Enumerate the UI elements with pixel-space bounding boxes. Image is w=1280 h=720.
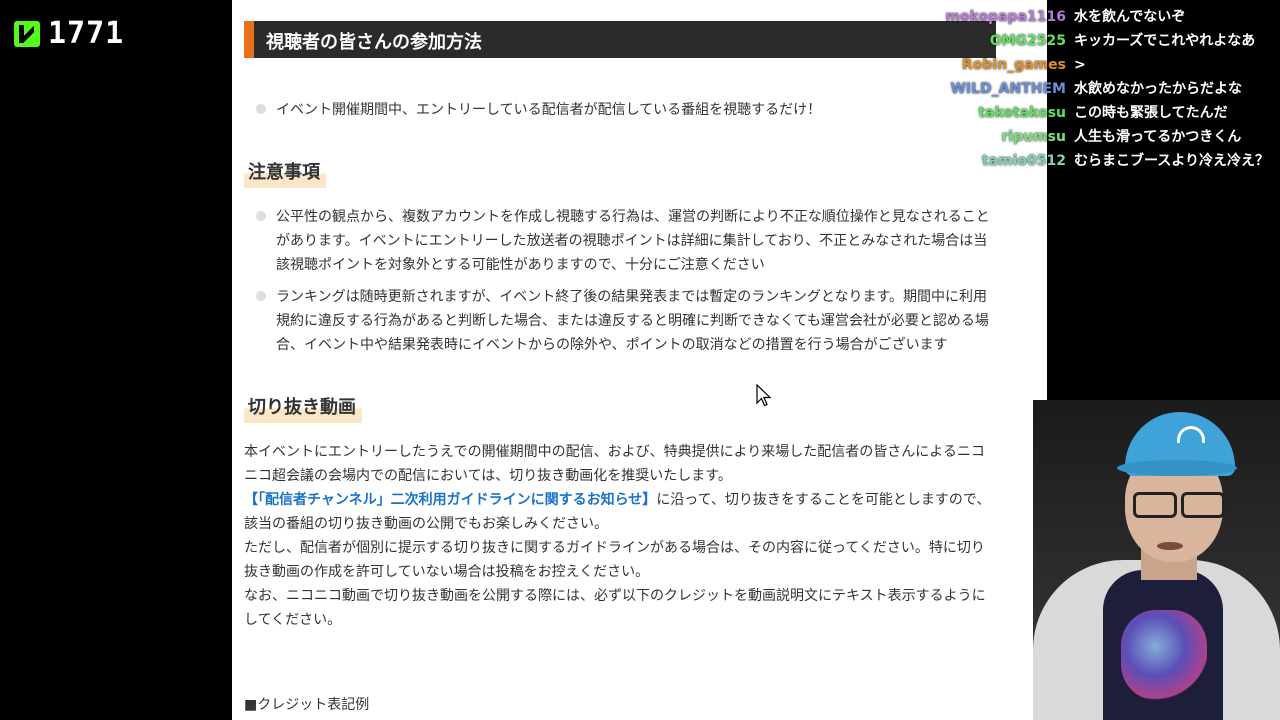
clip-heading: 切り抜き動画 <box>244 391 362 423</box>
section-title-bar: 視聴者の皆さんの参加方法 <box>244 21 996 58</box>
notes-heading: 注意事項 <box>244 156 326 188</box>
webcam-feed <box>1033 400 1280 720</box>
viewer-count: 1771 <box>48 16 125 51</box>
chat-line: OMG2525 キッカーズでこれやれよなあ <box>900 29 1280 53</box>
chat-line: WILD_ANTHEM 水飲めなかったからだよな <box>900 77 1280 101</box>
chat-line: takotakosu この時も緊張してたんだ <box>900 101 1280 125</box>
kick-logo-icon <box>14 20 40 47</box>
participation-bullet: イベント開催期間中、エントリーしている配信者が配信している番組を視聴するだけ！ <box>256 98 996 122</box>
mouse-cursor-icon <box>756 384 772 407</box>
chat-username[interactable]: WILD_ANTHEM <box>900 77 1074 101</box>
chat-message: この時も緊張してたんだ <box>1074 105 1228 121</box>
chat-username[interactable]: tamio0512 <box>900 149 1074 173</box>
guideline-link[interactable]: 【「配信者チャンネル」二次利用ガイドラインに関するお知らせ】 <box>244 492 656 508</box>
chat-username[interactable]: mokopapa1116 <box>900 5 1074 29</box>
notes-bullet-2: ランキングは随時更新されますが、イベント終了後の結果発表までは暫定のランキングと… <box>256 285 996 357</box>
chat-line: mokopapa1116 水を飲んでないぞ <box>900 5 1280 29</box>
chat-username[interactable]: takotakosu <box>900 101 1074 125</box>
notes-bullet-1: 公平性の観点から、複数アカウントを作成し視聴する行為は、運営の判断により不正な順… <box>256 205 996 277</box>
chat-panel: mokopapa1116 水を飲んでないぞ OMG2525 キッカーズでこれやれよなあ… <box>900 5 1280 173</box>
chat-message: むらまこブースより冷え冷え？ <box>1074 153 1270 169</box>
chat-line: ripumsu 人生も滑ってるかつきくん <box>900 125 1280 149</box>
chat-line: tamio0512 むらまこブースより冷え冷え？ <box>900 149 1280 173</box>
chat-message: 水を飲んでないぞ <box>1074 9 1186 25</box>
chat-line: Robin_games > <box>900 53 1280 77</box>
chat-message: 水飲めなかったからだよな <box>1074 81 1242 97</box>
chat-message: キッカーズでこれやれよなあ <box>1074 33 1256 49</box>
viewer-badge: 1771 <box>14 16 124 51</box>
chat-username[interactable]: OMG2525 <box>900 29 1074 53</box>
chat-username[interactable]: ripumsu <box>900 125 1074 149</box>
section-title: 視聴者の皆さんの参加方法 <box>266 32 482 53</box>
clip-paragraph: 本イベントにエントリーしたうえでの開催期間中の配信、および、特典提供により来場し… <box>244 444 991 628</box>
chat-message: 人生も滑ってるかつきくん <box>1074 129 1242 145</box>
chat-username[interactable]: Robin_games <box>900 53 1074 77</box>
chat-message: > <box>1074 57 1086 73</box>
credit-label: ■クレジット表記例 <box>244 697 370 713</box>
